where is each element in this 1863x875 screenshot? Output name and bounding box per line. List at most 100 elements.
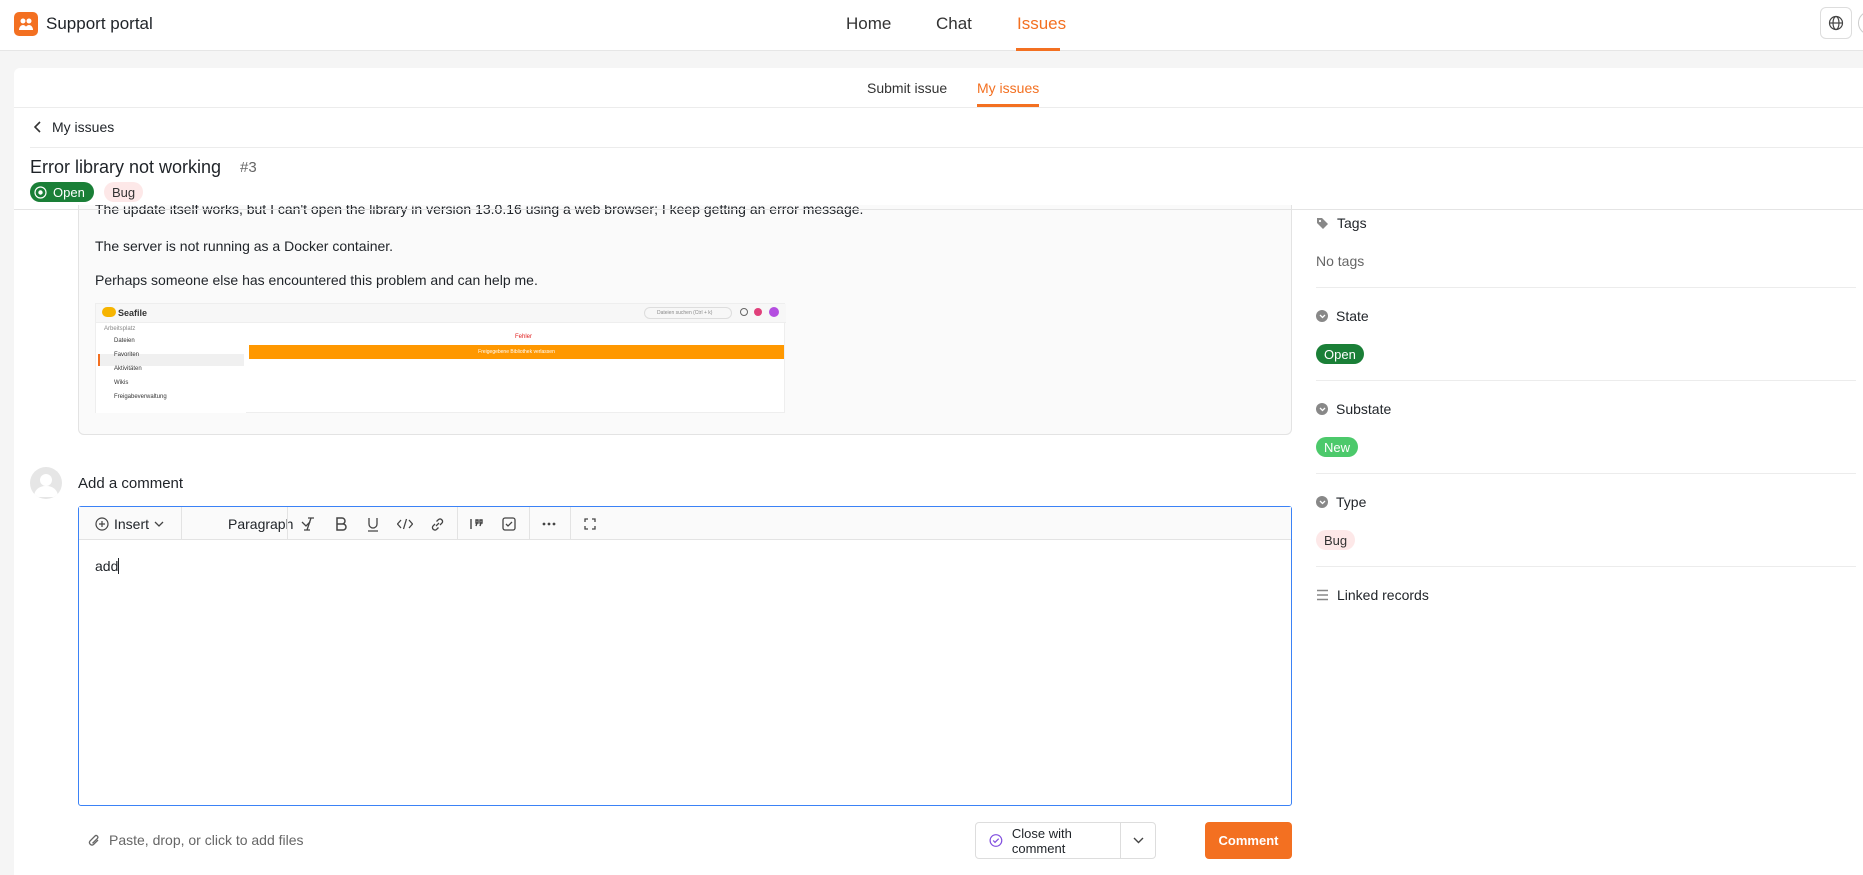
issue-number: #3 (240, 159, 257, 176)
tags-label: Tags (1337, 215, 1367, 231)
chevron-circle-icon (1316, 310, 1328, 322)
paragraph-label: Paragraph (228, 516, 294, 532)
substate-heading: Substate (1316, 401, 1391, 417)
toolbar-separator (457, 507, 458, 540)
close-with-comment-label: Close with comment (1011, 825, 1072, 856)
status-badge: Open (30, 182, 94, 202)
link-icon[interactable] (429, 516, 445, 532)
tag-icon (1317, 217, 1328, 229)
description-paragraph: The server is not running as a Docker co… (95, 238, 394, 254)
comment-submit-button[interactable]: Comment (1205, 822, 1292, 859)
type-badge: Bug (104, 182, 144, 202)
type-badge[interactable]: Bug (1316, 530, 1356, 550)
type-label: Type (1336, 494, 1367, 510)
chevron-circle-icon (1316, 496, 1328, 508)
substate-label: Substate (1336, 401, 1392, 417)
back-label: My issues (52, 119, 115, 135)
bold-icon[interactable] (333, 516, 349, 532)
issue-description: The update itself works, but I can't ope… (78, 205, 1292, 435)
close-options-dropdown[interactable] (1120, 822, 1156, 859)
state-label: State (1336, 308, 1369, 324)
back-to-my-issues[interactable]: My issues (34, 119, 114, 135)
attached-screenshot[interactable]: Seafile Dateien suchen (Ctrl + k) Arbeit… (95, 303, 786, 413)
editor-toolbar: Insert Paragraph (79, 507, 1291, 540)
breadcrumb-divider (30, 147, 1863, 148)
sidebar-divider (1316, 380, 1856, 381)
attach-hint: Paste, drop, or click to add files (109, 832, 304, 848)
user-avatar-button[interactable] (1858, 11, 1863, 35)
type-heading: Type (1316, 494, 1366, 510)
chevron-down-icon (1133, 837, 1143, 844)
chevron-circle-icon (1316, 403, 1328, 415)
screenshot-error-title: Fehler (515, 334, 533, 340)
paperclip-icon (88, 834, 99, 846)
open-circle-icon (34, 185, 47, 199)
screenshot-nav-item: Aktivitäten (114, 366, 142, 372)
add-comment-heading: Add a comment (78, 475, 184, 492)
description-paragraph: Perhaps someone else has encountered thi… (95, 272, 538, 288)
nav-chat[interactable]: Chat (936, 14, 972, 34)
nav-issues[interactable]: Issues (1017, 14, 1066, 34)
comment-text: add (95, 558, 119, 574)
status-badge-label: Open (53, 184, 85, 200)
screenshot-nav-item: Wikis (114, 380, 129, 386)
support-portal-logo-icon[interactable] (14, 12, 38, 36)
close-with-comment-button[interactable]: Close with comment (975, 822, 1121, 859)
linked-records-heading[interactable]: Linked records (1316, 587, 1429, 603)
quote-icon[interactable] (469, 516, 485, 532)
screenshot-error-bar: Freigegebene Bibliothek verlassen (249, 345, 784, 359)
check-circle-icon (989, 834, 1003, 847)
nav-home[interactable]: Home (846, 14, 891, 34)
language-button[interactable] (1820, 7, 1852, 39)
state-badge[interactable]: Open (1316, 344, 1364, 364)
seafile-logo: Seafile (102, 307, 147, 318)
insert-label: Insert (114, 516, 150, 532)
tab-submit-issue[interactable]: Submit issue (867, 80, 947, 96)
description-paragraph: The update itself works, but I can't ope… (95, 205, 864, 217)
header-divider (14, 209, 1863, 210)
paragraph-select[interactable]: Paragraph (228, 516, 311, 532)
screenshot-header: Seafile Dateien suchen (Ctrl + k) (96, 304, 786, 323)
moon-icon (740, 308, 748, 316)
code-icon[interactable] (397, 516, 413, 532)
avatar (769, 307, 779, 317)
underline-icon[interactable] (365, 516, 381, 532)
chevron-down-icon (154, 521, 164, 527)
sidebar-divider (1316, 566, 1856, 567)
more-icon[interactable] (541, 516, 557, 532)
sidebar-divider (1316, 473, 1856, 474)
tags-heading: Tags (1316, 215, 1367, 231)
comment-input[interactable]: add (95, 558, 120, 574)
screenshot-search: Dateien suchen (Ctrl + k) (644, 307, 732, 319)
comment-editor[interactable]: Insert Paragraph add (78, 506, 1292, 806)
top-bar: Support portal Home Chat Issues (0, 0, 1863, 51)
nav-active-indicator (1016, 48, 1060, 51)
state-heading: State (1316, 308, 1369, 324)
toolbar-separator (570, 507, 571, 540)
tags-value: No tags (1316, 253, 1365, 269)
substate-badge[interactable]: New (1316, 437, 1359, 457)
toolbar-separator (181, 507, 182, 540)
screenshot-nav-item: Favoriten (114, 352, 140, 358)
attach-files-button[interactable]: Paste, drop, or click to add files (88, 832, 304, 848)
linked-records-label: Linked records (1337, 587, 1429, 603)
tab-my-issues[interactable]: My issues (977, 80, 1039, 96)
avatar (30, 467, 62, 499)
screenshot-nav-item: Dateien (114, 338, 135, 344)
text-cursor (118, 558, 120, 574)
sidebar-divider (1316, 287, 1856, 288)
list-icon (1317, 589, 1328, 601)
screenshot-nav-item: Freigabeverwaltung (114, 394, 167, 400)
checklist-icon[interactable] (501, 516, 517, 532)
subtabs-divider (14, 107, 1863, 108)
plus-circle-icon (95, 517, 109, 531)
italic-icon[interactable] (301, 516, 317, 532)
app-title[interactable]: Support portal (46, 14, 153, 34)
chevron-left-icon (34, 121, 41, 133)
toolbar-separator (529, 507, 530, 540)
insert-button[interactable]: Insert (95, 516, 164, 532)
fullscreen-icon[interactable] (582, 516, 598, 532)
screenshot-sidebar: Arbeitsplatz Dateien Favoriten Aktivität… (96, 323, 246, 413)
toolbar-separator (287, 507, 288, 540)
globe-icon (1828, 15, 1844, 31)
